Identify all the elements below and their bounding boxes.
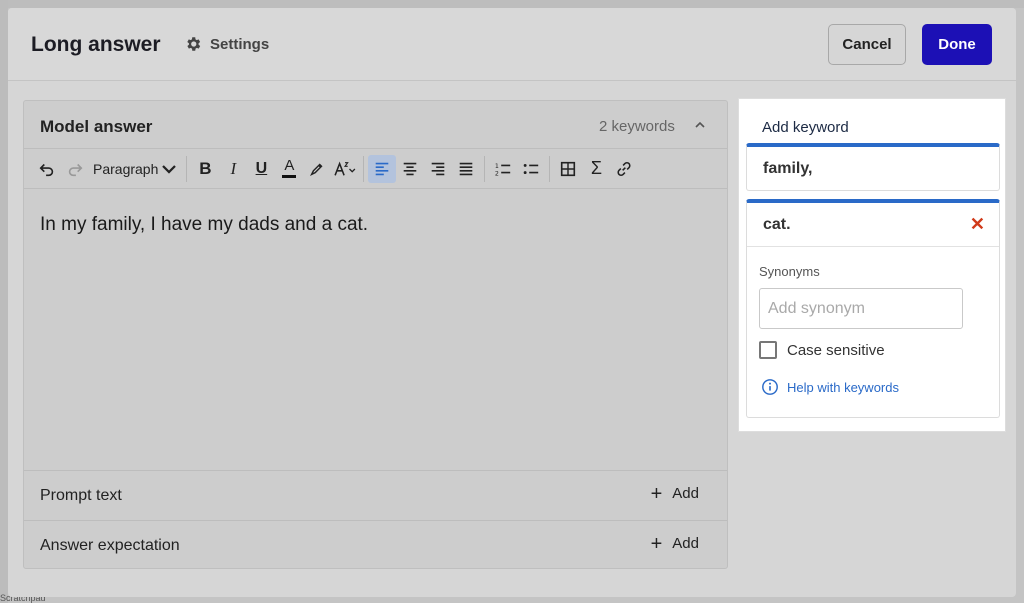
link-button[interactable] <box>610 155 638 183</box>
case-sensitive-label: Case sensitive <box>787 341 885 359</box>
redo-button[interactable] <box>61 155 89 183</box>
undo-button[interactable] <box>33 155 61 183</box>
answer-expectation-label: Answer expectation <box>40 537 180 554</box>
undo-icon <box>39 163 54 176</box>
paragraph-select[interactable]: Paragraph <box>89 155 182 183</box>
close-icon[interactable]: ✕ <box>970 215 985 233</box>
paragraph-select-label: Paragraph <box>93 160 159 177</box>
cancel-button[interactable]: Cancel <box>828 24 906 65</box>
keyword-count: 2 keywords <box>599 118 675 135</box>
align-right-icon <box>432 162 445 175</box>
numbered-list-icon: 12 <box>495 163 511 177</box>
help-with-keywords-link[interactable]: Help with keywords <box>761 378 899 396</box>
table-button[interactable] <box>554 155 582 183</box>
align-center-icon <box>404 162 417 175</box>
prompt-text-label: Prompt text <box>40 487 122 504</box>
highlighter-icon <box>310 162 323 176</box>
bullet-list-icon <box>524 163 539 174</box>
highlight-button[interactable] <box>303 155 331 183</box>
align-justify-icon <box>460 162 473 175</box>
redo-icon <box>68 163 83 176</box>
font-size-icon <box>334 160 356 176</box>
bullet-list-button[interactable] <box>517 155 545 183</box>
add-prompt-text-button[interactable]: + Add <box>650 482 699 505</box>
svg-text:2: 2 <box>495 170 499 177</box>
settings-button[interactable]: Settings <box>184 35 269 53</box>
text-color-icon: A <box>284 157 295 174</box>
keyword-text: cat. <box>763 216 791 233</box>
case-sensitive-checkbox[interactable] <box>759 341 777 359</box>
toolbar-divider <box>363 155 365 182</box>
italic-button[interactable]: I <box>219 155 247 183</box>
align-right-button[interactable] <box>424 155 452 183</box>
bold-button[interactable]: B <box>191 155 219 183</box>
font-size-button[interactable] <box>331 155 359 183</box>
add-label: Add <box>672 535 699 552</box>
align-justify-button[interactable] <box>452 155 480 183</box>
add-keyword-button[interactable]: Add keyword <box>762 119 849 136</box>
add-label: Add <box>672 485 699 502</box>
prompt-text-row: Prompt text + Add <box>24 470 727 520</box>
synonyms-label: Synonyms <box>759 264 820 279</box>
model-answer-title: Model answer <box>40 117 153 136</box>
numbered-list-button[interactable]: 12 <box>489 155 517 183</box>
add-answer-expectation-button[interactable]: + Add <box>650 532 699 555</box>
text-color-button[interactable]: A <box>275 155 303 183</box>
plus-icon: + <box>650 532 663 555</box>
model-answer-card: Model answer 2 keywords Paragraph B I U … <box>23 100 728 569</box>
modal-title: Long answer <box>31 33 161 56</box>
underline-button[interactable]: U <box>247 155 275 183</box>
chevron-down-icon <box>162 164 177 174</box>
model-answer-header[interactable]: Model answer 2 keywords <box>24 101 727 149</box>
long-answer-modal: Long answer Settings Cancel Done Model a… <box>8 8 1016 597</box>
toolbar-divider <box>549 155 551 182</box>
gear-icon <box>187 37 201 51</box>
toolbar-divider <box>186 155 188 182</box>
done-button[interactable]: Done <box>922 24 992 65</box>
editor-toolbar: Paragraph B I U A 1 2 Σ <box>24 149 727 189</box>
align-left-button[interactable] <box>368 154 397 183</box>
keyword-card-family[interactable]: family, <box>746 143 1000 191</box>
answer-expectation-row: Answer expectation + Add <box>24 520 727 570</box>
background-top-bar <box>0 0 1024 8</box>
toolbar-divider <box>484 155 486 182</box>
case-sensitive-checkbox-row[interactable]: Case sensitive <box>759 341 885 359</box>
align-left-icon <box>376 162 389 175</box>
modal-header: Long answer Settings Cancel Done <box>8 8 1016 81</box>
table-icon <box>561 161 576 176</box>
info-icon <box>762 379 778 395</box>
help-link-label: Help with keywords <box>787 379 899 395</box>
plus-icon: + <box>650 482 663 505</box>
keyword-text: family, <box>763 160 813 177</box>
keyword-divider <box>747 246 999 247</box>
synonym-input[interactable] <box>759 288 963 329</box>
model-answer-text[interactable]: In my family, I have my dads and a cat. <box>40 214 368 236</box>
keyword-panel: Add keyword family, cat. ✕ Synonyms Case… <box>738 98 1006 432</box>
settings-label: Settings <box>210 35 270 53</box>
background-left-bar <box>0 0 8 603</box>
text-color-swatch <box>282 175 297 178</box>
keyword-card-cat: cat. ✕ Synonyms Case sensitive Help with… <box>746 199 1000 418</box>
chevron-up-icon[interactable] <box>692 117 708 133</box>
align-center-button[interactable] <box>396 155 424 183</box>
link-icon <box>617 161 631 176</box>
math-button[interactable]: Σ <box>582 155 610 183</box>
svg-text:1: 1 <box>495 163 499 170</box>
